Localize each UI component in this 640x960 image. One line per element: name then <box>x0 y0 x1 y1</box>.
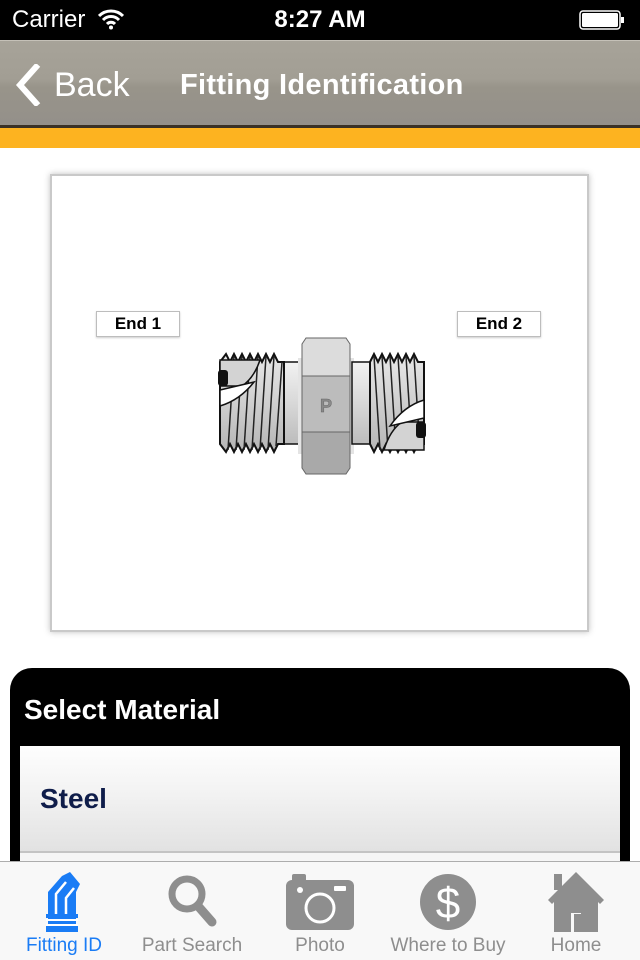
tab-where-to-buy[interactable]: $ Where to Buy <box>384 862 512 960</box>
tab-home[interactable]: Home <box>512 862 640 960</box>
tab-label: Where to Buy <box>390 935 506 956</box>
tab-photo[interactable]: Photo <box>256 862 384 960</box>
tab-label: Photo <box>295 935 345 956</box>
tab-label: Fitting ID <box>25 935 103 956</box>
screen: Carrier 8:27 AM Back Fitting Identificat… <box>0 0 640 960</box>
tab-fitting-id[interactable]: Fitting ID <box>0 862 128 960</box>
material-list: Steel <box>20 746 620 873</box>
tab-part-search[interactable]: Part Search <box>128 862 256 960</box>
tab-bar: Fitting ID Part Search Photo $ Where to … <box>0 861 640 960</box>
right-threaded-end <box>351 351 426 455</box>
camera-icon <box>286 874 354 930</box>
clock: 8:27 AM <box>274 6 366 33</box>
end-1-button[interactable]: End 1 <box>96 311 180 337</box>
fitting-image-panel: End 1 End 2 P <box>50 174 589 632</box>
home-icon <box>548 872 604 932</box>
material-panel-title: Select Material <box>24 694 221 725</box>
battery-full-icon <box>579 10 624 30</box>
status-bar: Carrier 8:27 AM <box>0 0 640 40</box>
search-icon <box>168 875 217 927</box>
end-2-button[interactable]: End 2 <box>457 311 541 337</box>
fitting-id-icon <box>46 872 80 932</box>
material-item-steel[interactable]: Steel <box>20 746 620 853</box>
accent-stripe <box>0 128 640 148</box>
hex-nut: P <box>298 337 354 475</box>
material-item-label: Steel <box>40 782 107 814</box>
svg-text:$: $ <box>436 879 460 928</box>
tab-label: Home <box>550 935 602 956</box>
back-label: Back <box>54 65 130 104</box>
back-button[interactable]: Back <box>14 63 130 107</box>
chevron-left-icon <box>15 64 41 106</box>
page-title: Fitting Identification <box>180 69 464 101</box>
tab-label: Part Search <box>141 935 243 956</box>
left-threaded-end <box>218 351 305 455</box>
hex-marking: P <box>320 396 332 416</box>
navigation-bar: Back Fitting Identification <box>0 40 640 128</box>
fitting-illustration: P <box>218 337 426 475</box>
dollar-icon: $ <box>420 874 476 930</box>
